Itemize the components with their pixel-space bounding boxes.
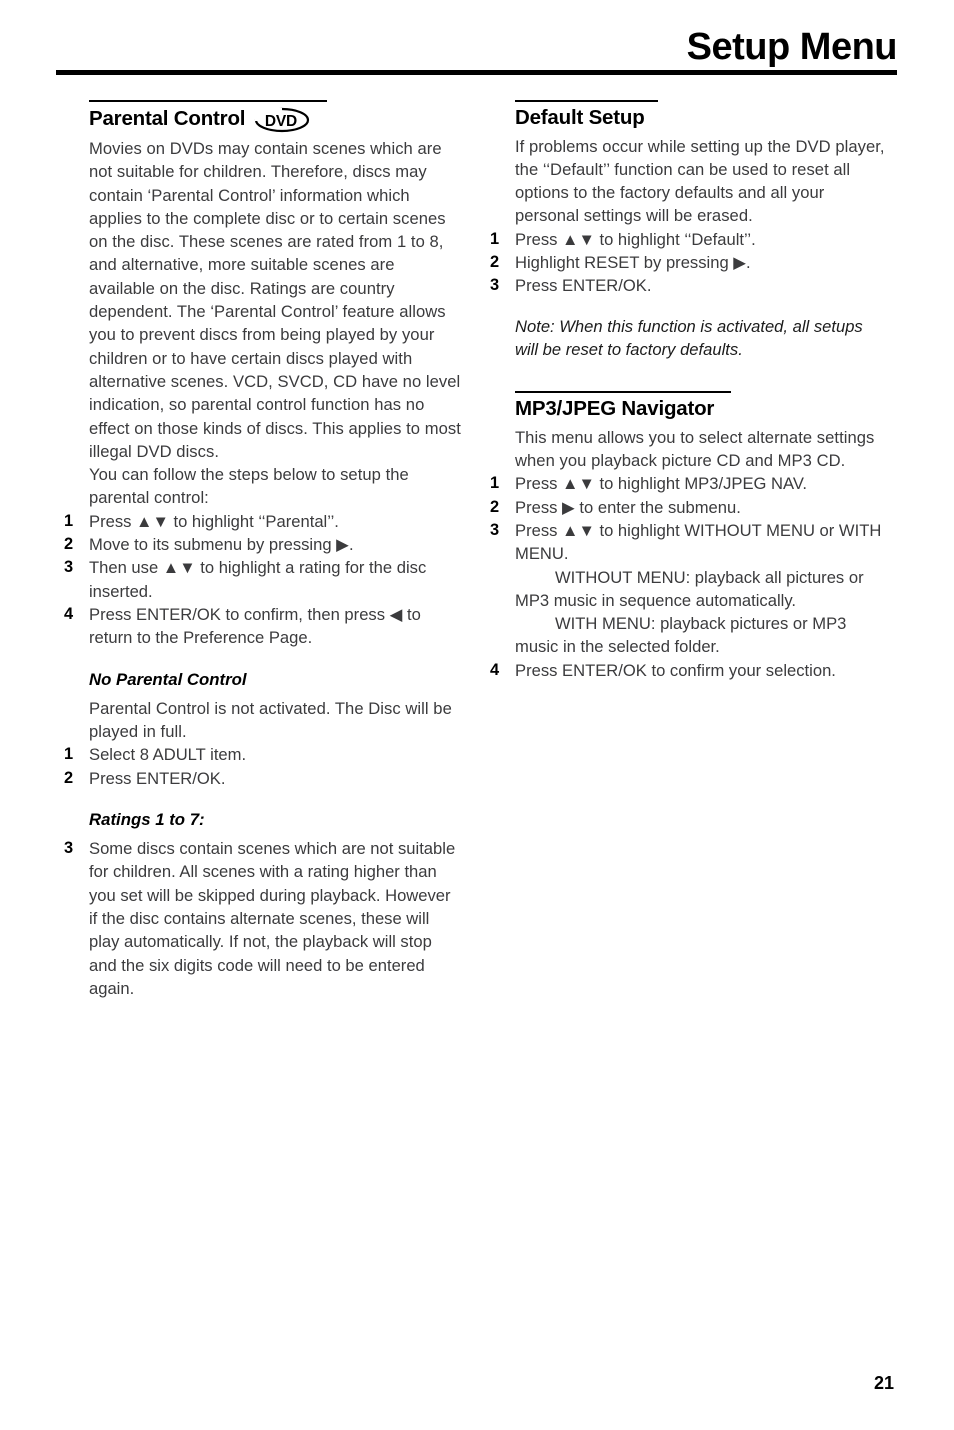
step-text: Press ▲▼ to highlight WITHOUT MENU or WI… [515,520,882,564]
step-number: 3 [490,520,500,539]
step-text: Press ▲▼ to highlight ‘‘Parental’’. [89,511,339,531]
left-column: Parental Control DVD Movies on DVDs may … [64,100,462,1000]
section-rule-default [515,100,658,102]
list-item: 3 Press ▲▼ to highlight WITHOUT MENU or … [490,519,890,659]
step-text: Press ▲▼ to highlight MP3/JPEG NAV. [515,474,808,494]
section-default-setup: Default Setup If problems occur while se… [490,100,890,361]
no-parental-control-body: Parental Control is not activated. The D… [89,698,452,741]
no-parental-control-steps: 1 Select 8 ADULT item. 2 Press ENTER/OK. [64,743,462,790]
header-rule [56,70,897,75]
list-item: 4 Press ENTER/OK to confirm, then press … [64,603,462,650]
list-item: 3 Press ENTER/OK. [490,274,890,297]
right-column: Default Setup If problems occur while se… [490,100,890,682]
step-number: 2 [490,497,500,516]
section-no-parental-control: No Parental Control Parental Control is … [64,670,462,790]
step-number: 2 [64,535,74,554]
heading-mp3-jpeg-navigator-label: MP3/JPEG Navigator [515,397,715,421]
step-number: 3 [64,839,74,858]
default-setup-steps: 1 Press ▲▼ to highlight ‘‘Default’’. 2 H… [490,228,890,298]
default-setup-note: Note: When this function is activated, a… [515,316,863,359]
step-text: Press ENTER/OK to confirm, then press ◀ … [89,604,421,648]
list-item: 2 Press ENTER/OK. [64,767,462,790]
list-item: 2 Move to its submenu by pressing ▶. [64,533,462,556]
step-text: Press ENTER/OK to confirm your selection… [515,660,836,680]
step-number: 4 [490,660,500,679]
list-item: 3 Some discs contain scenes which are no… [64,837,462,1000]
section-mp3-jpeg-navigator: MP3/JPEG Navigator This menu allows you … [490,391,890,682]
parental-control-steps: 1 Press ▲▼ to highlight ‘‘Parental’’. 2 … [64,510,462,650]
svg-text:DVD: DVD [265,113,297,130]
subheading-no-parental-control: No Parental Control [89,669,247,689]
subheading-ratings: Ratings 1 to 7: [89,809,205,829]
step-text: Some discs contain scenes which are not … [89,839,456,998]
parental-control-intro: Movies on DVDs may contain scenes which … [89,139,461,461]
heading-parental-control-label: Parental Control [89,107,246,131]
heading-mp3-jpeg-navigator: MP3/JPEG Navigator [515,397,890,421]
dvd-logo-icon: DVD [254,107,310,133]
list-item: 3 Then use ▲▼ to highlight a rating for … [64,556,462,603]
default-setup-intro: If problems occur while setting up the D… [515,136,885,226]
step-text: Press ▶ to enter the submenu. [515,497,741,517]
parental-control-intro2: You can follow the steps below to setup … [89,465,409,508]
page-title: Setup Menu [686,26,898,68]
document-page: Setup Menu Parental Control DVD Movies o… [0,0,954,1430]
list-item: 1 Select 8 ADULT item. [64,743,462,766]
list-item: 1 Press ▲▼ to highlight ‘‘Default’’. [490,228,890,251]
step-number: 1 [64,745,74,764]
section-ratings: Ratings 1 to 7: 3 Some discs contain sce… [64,810,462,1000]
step-number: 1 [64,511,74,530]
step-number: 1 [490,474,500,493]
step-number: 3 [490,276,500,295]
page-number: 21 [873,1373,894,1393]
mp3-jpeg-intro: This menu allows you to select alternate… [515,427,875,471]
step-detail-without-menu: WITHOUT MENU: playback all pictures or M… [515,567,864,610]
list-item: 2 Press ▶ to enter the submenu. [490,496,890,519]
step-text: Press ▲▼ to highlight ‘‘Default’’. [515,229,756,249]
section-rule-mp3 [515,391,731,394]
heading-default-setup-label: Default Setup [515,106,645,129]
step-detail-with-menu: WITH MENU: playback pictures or MP3 musi… [515,614,847,657]
step-text: Then use ▲▼ to highlight a rating for th… [89,558,427,601]
step-number: 2 [490,253,500,272]
step-text: Press ENTER/OK. [515,276,652,296]
step-text: Highlight RESET by pressing ▶. [515,253,751,273]
step-text: Press ENTER/OK. [89,768,226,788]
step-text: Select 8 ADULT item. [89,745,247,765]
step-number: 3 [64,558,74,577]
step-text: Move to its submenu by pressing ▶. [89,535,354,555]
heading-default-setup: Default Setup [515,106,890,130]
step-number: 4 [64,604,74,623]
step-number: 1 [490,229,500,248]
heading-parental-control: Parental Control DVD [89,106,462,133]
list-item: 4 Press ENTER/OK to confirm your selecti… [490,659,890,682]
mp3-jpeg-steps: 1 Press ▲▼ to highlight MP3/JPEG NAV. 2 … [490,472,890,682]
list-item: 1 Press ▲▼ to highlight ‘‘Parental’’. [64,510,462,533]
list-item: 2 Highlight RESET by pressing ▶. [490,251,890,274]
section-rule-parental [89,100,327,102]
list-item: 1 Press ▲▼ to highlight MP3/JPEG NAV. [490,472,890,495]
step-number: 2 [64,768,74,787]
section-parental-control: Parental Control DVD Movies on DVDs may … [64,100,462,650]
ratings-steps: 3 Some discs contain scenes which are no… [64,837,462,1000]
